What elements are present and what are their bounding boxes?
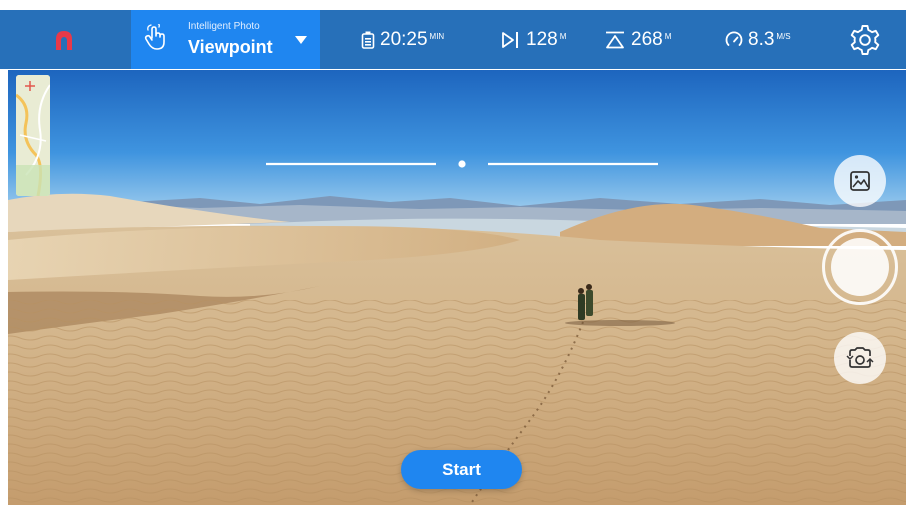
home-button[interactable]: [44, 24, 84, 56]
start-button[interactable]: Start: [401, 450, 522, 489]
shutter-button[interactable]: [822, 229, 898, 305]
altitude-unit: M: [664, 32, 672, 41]
settings-button[interactable]: [848, 23, 882, 57]
altitude-value: 268: [631, 29, 663, 50]
battery-icon: [361, 31, 375, 49]
flight-time-unit: MIN: [429, 32, 445, 41]
shutter-inner: [831, 238, 889, 296]
caret-down-icon: [295, 36, 307, 44]
speedometer-icon: [725, 31, 743, 46]
flight-time-value: 20:25: [380, 29, 428, 50]
mode-category-label: Intelligent Photo: [188, 21, 260, 32]
speed-value: 8.3: [748, 29, 775, 50]
distance-unit: M: [559, 32, 567, 41]
distance-stat: 128 M: [501, 27, 566, 53]
camera-feed: [0, 0, 906, 514]
camera-switch-button[interactable]: [834, 332, 886, 384]
speed-unit: M/S: [776, 32, 791, 41]
altitude-stat: 268 M: [604, 27, 671, 53]
gear-icon: [850, 25, 880, 55]
gallery-button[interactable]: [834, 155, 886, 207]
mode-selector[interactable]: Intelligent Photo Viewpoint: [131, 10, 320, 69]
altitude-icon: [606, 31, 624, 49]
map-thumbnail: [16, 75, 50, 196]
flight-time-stat: 20:25 MIN: [361, 27, 444, 53]
horizon-indicator: [266, 160, 658, 168]
minimap[interactable]: [16, 75, 50, 196]
hand-tap-icon: [144, 24, 165, 50]
top-bar: Intelligent Photo Viewpoint 20:25 MIN 12: [0, 10, 906, 69]
drone-home-icon: [56, 31, 72, 50]
gallery-icon: [850, 171, 870, 191]
speed-stat: 8.3 M/S: [725, 27, 791, 53]
camera-switch-icon: [846, 347, 874, 368]
distance-value: 128: [526, 29, 558, 50]
mode-name-label: Viewpoint: [188, 37, 273, 57]
camera-view: Intelligent Photo Viewpoint 20:25 MIN 12: [0, 0, 906, 514]
distance-icon: [502, 32, 518, 48]
